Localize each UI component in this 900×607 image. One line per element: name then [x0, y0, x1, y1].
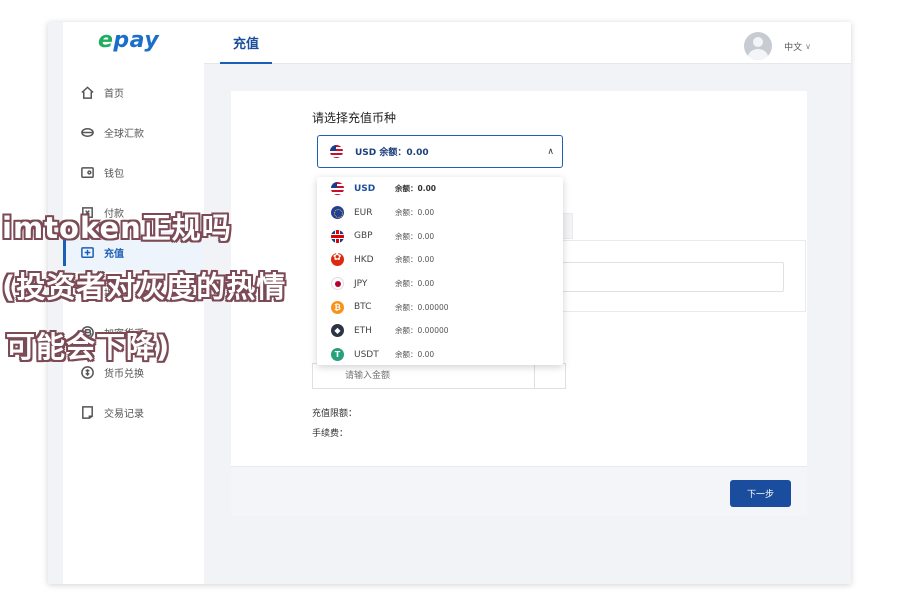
user-menu[interactable]: 中文 ∨ — [744, 32, 811, 60]
records-icon — [79, 404, 95, 420]
recharge-limit-label: 充值限额： — [312, 409, 358, 419]
currency-option-jpy[interactable]: JPY 余额：0.00 — [317, 272, 563, 296]
sidebar-item-label: 首页 — [104, 88, 124, 100]
currency-option-btc[interactable]: ₿ BTC 余额：0.00000 — [317, 295, 563, 319]
sidebar-item-label: 全球汇款 — [104, 128, 144, 140]
watermark-line-1: imtoken正规吗 — [2, 211, 232, 245]
card-footer: 下一步 — [231, 466, 807, 516]
currency-section-title: 请选择充值币种 — [312, 111, 397, 125]
currency-option-usdt[interactable]: T USDT 余额：0.00 — [317, 343, 563, 365]
currency-option-eth[interactable]: ◆ ETH 余额：0.00000 — [317, 319, 563, 343]
currency-option-hkd[interactable]: HKD 余额：0.00 — [317, 248, 563, 272]
next-step-button[interactable]: 下一步 — [730, 480, 791, 507]
sidebar-item-records[interactable]: 交易记录 — [63, 392, 204, 432]
wallet-icon — [79, 164, 95, 180]
chevron-down-icon: ∨ — [805, 41, 811, 51]
fee-label: 手续费： — [312, 429, 349, 439]
watermark-line-2: (投资者对灰度的热情 — [2, 270, 287, 304]
sidebar-item-wallet[interactable]: 钱包 — [63, 152, 204, 192]
jpy-flag-icon — [331, 277, 344, 291]
top-bar: 充值 中文 ∨ — [204, 22, 851, 64]
currency-option-usd[interactable]: USD 余额：0.00 — [317, 177, 563, 201]
usdt-coin-icon: T — [331, 348, 344, 362]
globe-icon — [79, 124, 95, 140]
usd-flag-icon — [330, 145, 343, 158]
sidebar-item-label: 钱包 — [104, 168, 124, 180]
language-label: 中文 — [784, 42, 803, 53]
amount-currency-suffix — [535, 363, 566, 389]
currency-dropdown: USD 余额：0.00 EUR 余额：0.00 GBP 余额：0.00 HKD … — [317, 177, 563, 365]
currency-select[interactable]: USD 余额：0.00 ∧ — [317, 135, 563, 168]
recharge-card: 请选择充值币种 USD 余额：0.00 ∧ USD 余额：0.00 EUR 余额… — [231, 91, 807, 516]
watermark-line-3: 可能会下降) — [6, 330, 171, 364]
eth-coin-icon: ◆ — [331, 324, 344, 338]
amount-input[interactable] — [312, 363, 535, 389]
eur-flag-icon — [331, 206, 344, 220]
home-icon — [79, 84, 95, 100]
chevron-up-icon: ∧ — [547, 147, 554, 157]
currency-option-eur[interactable]: EUR 余额：0.00 — [317, 201, 563, 225]
sidebar-nav: 首页 全球汇款 钱包 付款 充值 提现 加密货币 货币兑换 交易记录 — [63, 72, 204, 432]
sidebar-item-label: 货币兑换 — [104, 368, 144, 380]
sidebar-item-label: 交易记录 — [104, 408, 144, 420]
hkd-flag-icon — [331, 253, 344, 267]
gbp-flag-icon — [331, 229, 344, 243]
language-selector[interactable]: 中文 ∨ — [784, 40, 811, 53]
avatar[interactable] — [744, 32, 773, 60]
sidebar-item-global-remittance[interactable]: 全球汇款 — [63, 112, 204, 152]
epay-logo[interactable]: epay — [98, 28, 159, 53]
usd-flag-icon — [331, 182, 344, 196]
currency-select-value: USD 余额：0.00 — [355, 148, 429, 158]
exchange-icon — [79, 364, 95, 380]
btc-coin-icon: ₿ — [331, 300, 344, 314]
tab-recharge[interactable]: 充值 — [220, 22, 273, 64]
currency-option-gbp[interactable]: GBP 余额：0.00 — [317, 224, 563, 248]
sidebar-item-home[interactable]: 首页 — [63, 72, 204, 112]
